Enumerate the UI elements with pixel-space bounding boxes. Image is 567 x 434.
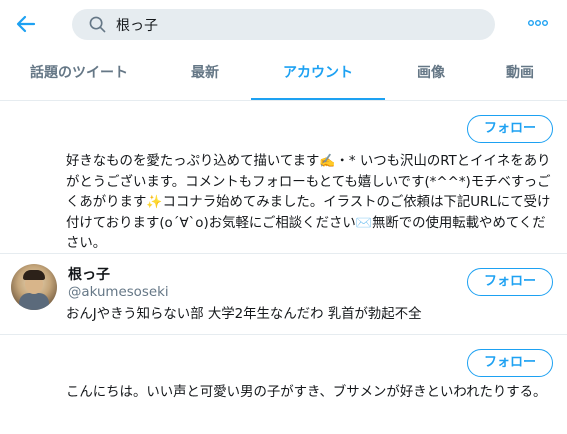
more-options-icon[interactable] [527, 16, 549, 30]
account-bio: 好きなものを愛たっぷり込めて描いてます✍️・* いつも沢山のRTとイイネをありが… [66, 154, 551, 251]
search-icon [89, 16, 106, 33]
search-input[interactable] [116, 9, 476, 40]
writing-hand-emoji: ✍️ [319, 154, 336, 169]
search-bar[interactable] [72, 9, 495, 40]
follow-button[interactable]: フォロー [467, 349, 553, 377]
top-bar [0, 0, 567, 48]
account-name[interactable]: 根っ子 [68, 264, 110, 284]
account-bio: おんJやきう知らない部 大学2年生なんだわ 乳首が勃起不全 [66, 307, 422, 322]
account-result-row[interactable]: フォロー こんにちは。いい声と可愛い男の子がすき、ブサメンが好きといわれたりする… [0, 335, 567, 434]
sparkles-emoji: ✨ [146, 195, 163, 210]
tab-videos[interactable]: 動画 [478, 48, 562, 98]
avatar[interactable] [11, 264, 57, 310]
tab-accounts[interactable]: アカウント [251, 48, 385, 100]
search-tabs: 話題のツイート 最新 アカウント 画像 動画 [0, 48, 567, 101]
follow-button[interactable]: フォロー [467, 115, 553, 143]
tab-latest[interactable]: 最新 [160, 48, 250, 98]
follow-button[interactable]: フォロー [467, 268, 553, 296]
account-bio: こんにちは。いい声と可愛い男の子がすき、ブサメンが好きといわれたりする。 [66, 385, 547, 400]
account-result-row[interactable]: フォロー 好きなものを愛たっぷり込めて描いてます✍️・* いつも沢山のRTとイイ… [0, 101, 567, 254]
account-handle[interactable]: @akumesoseki [68, 285, 169, 300]
tab-top-tweets[interactable]: 話題のツイート [4, 48, 154, 98]
envelope-emoji: ✉️ [355, 215, 372, 231]
tab-images[interactable]: 画像 [386, 48, 476, 98]
back-arrow-icon[interactable] [14, 12, 38, 36]
